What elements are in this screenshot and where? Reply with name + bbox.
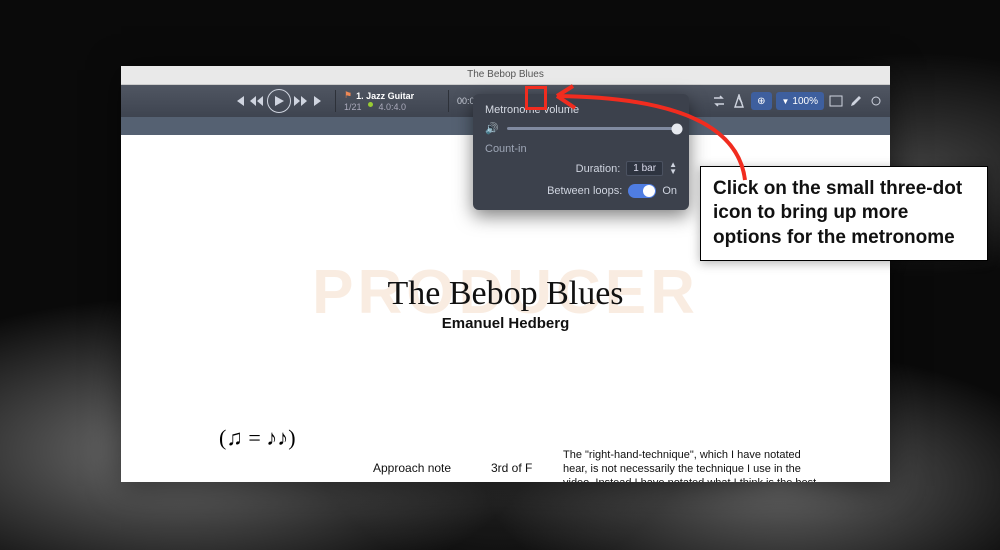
volume-icon: 🔊 xyxy=(485,122,499,135)
technique-paragraph: The "right-hand-technique", which I have… xyxy=(563,449,819,482)
volume-slider[interactable] xyxy=(507,127,677,130)
popup-title: Metronome volume xyxy=(485,104,677,116)
settings-icon[interactable] xyxy=(868,93,884,109)
edit-icon[interactable] xyxy=(848,93,864,109)
metronome-popup: Metronome volume 🔊 Count-in Duration: 1 … xyxy=(473,94,689,210)
play-button[interactable] xyxy=(267,89,291,113)
view-mode-icon[interactable] xyxy=(828,93,844,109)
duration-select[interactable]: 1 bar xyxy=(626,161,663,176)
time-signature: 4.0:4.0 xyxy=(379,102,407,112)
track-info[interactable]: ⚑ 1. Jazz Guitar 1/21 4.0:4.0 xyxy=(344,91,440,112)
toolbar-separator xyxy=(335,90,336,112)
stepper-icon[interactable]: ▲▼ xyxy=(669,162,677,175)
between-loops-label: Between loops: xyxy=(547,185,622,197)
instruction-text: Click on the small three-dot icon to bri… xyxy=(713,178,962,248)
metronome-icon[interactable] xyxy=(731,93,747,109)
countin-label: Count-in xyxy=(485,143,677,155)
rewind-icon[interactable] xyxy=(249,93,265,109)
score-title: The Bebop Blues xyxy=(121,275,890,313)
highlight-box xyxy=(525,86,547,110)
between-loops-toggle[interactable] xyxy=(628,184,656,198)
track-index: 1/21 xyxy=(344,102,362,112)
annotation-approach-note: Approach note xyxy=(373,461,451,475)
zoom-value: 100% xyxy=(792,96,818,107)
instruction-callout: Click on the small three-dot icon to bri… xyxy=(700,166,988,261)
transport-controls xyxy=(231,89,327,113)
skip-end-icon[interactable] xyxy=(311,93,327,109)
annotation-3rd-of-f: 3rd of F xyxy=(491,461,532,475)
window-titlebar: The Bebop Blues xyxy=(121,66,890,85)
tuner-button[interactable]: ⊕ xyxy=(751,92,771,110)
window-title: The Bebop Blues xyxy=(467,69,544,80)
fast-forward-icon[interactable] xyxy=(293,93,309,109)
track-flag-icon: ⚑ xyxy=(344,91,352,100)
between-loops-state: On xyxy=(662,185,677,197)
score-composer: Emanuel Hedberg xyxy=(121,315,890,332)
loop-icon[interactable] xyxy=(711,93,727,109)
swing-notation: (♫ = ♪♪) xyxy=(219,425,296,451)
zoom-select[interactable]: ▼ 100% xyxy=(776,92,825,110)
track-name: 1. Jazz Guitar xyxy=(356,91,414,101)
duration-label: Duration: xyxy=(576,163,621,175)
toolbar-separator xyxy=(448,90,449,112)
status-dot-icon xyxy=(368,102,373,107)
skip-start-icon[interactable] xyxy=(231,93,247,109)
